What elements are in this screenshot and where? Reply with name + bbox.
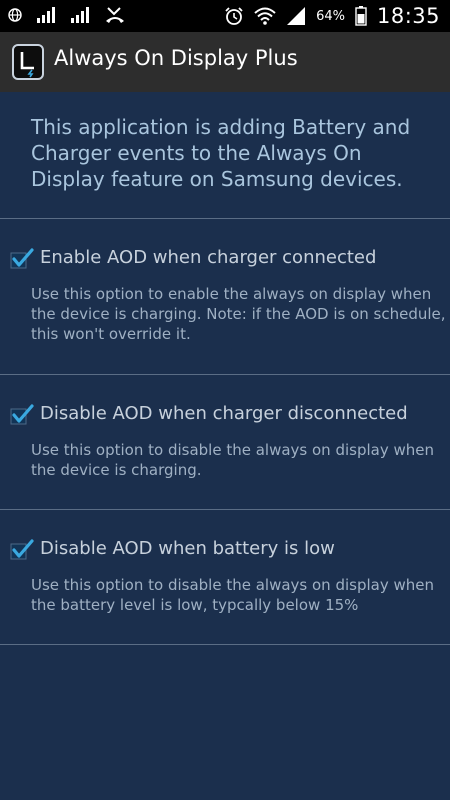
globe-icon	[8, 8, 22, 22]
clock: 18:35	[376, 4, 440, 28]
intro-text: This application is adding Battery and C…	[31, 115, 411, 191]
pref-title: Disable AOD when charger disconnected	[40, 403, 408, 424]
battery-percent: 64%	[316, 8, 345, 24]
pref-disable-aod-battery-low[interactable]: Disable AOD when battery is low Use this…	[0, 538, 450, 629]
status-bar-left	[8, 6, 126, 24]
status-bar-right: 64% 18:35	[224, 0, 440, 32]
signal-icon	[37, 7, 55, 23]
alarm-icon	[225, 7, 243, 25]
divider	[0, 644, 450, 645]
divider	[0, 509, 450, 510]
battery-icon	[355, 6, 367, 26]
action-bar: Always On Display Plus	[0, 32, 450, 92]
signal-icon	[71, 7, 89, 23]
checkbox-checked-icon[interactable]	[10, 404, 34, 426]
checkbox-checked-icon[interactable]	[10, 248, 34, 270]
checkbox-checked-icon[interactable]	[10, 539, 34, 561]
app-title: Always On Display Plus	[54, 46, 298, 70]
pref-enable-aod-charger-connected[interactable]: Enable AOD when charger connected Use th…	[0, 247, 450, 358]
pref-disable-aod-charger-disconnected[interactable]: Disable AOD when charger disconnected Us…	[0, 403, 450, 494]
app-logo-icon[interactable]	[12, 44, 44, 80]
pref-title: Enable AOD when charger connected	[40, 247, 377, 268]
pref-summary: Use this option to disable the always on…	[31, 576, 434, 614]
pref-summary: Use this option to disable the always on…	[31, 441, 434, 479]
pref-title: Disable AOD when battery is low	[40, 538, 335, 559]
wifi-icon	[254, 7, 276, 25]
missed-call-icon	[106, 7, 124, 23]
pref-summary: Use this option to enable the always on …	[31, 285, 446, 343]
divider	[0, 374, 450, 375]
divider	[0, 218, 450, 219]
signal-icon	[287, 7, 306, 25]
status-bar: 64% 18:35	[0, 0, 450, 32]
